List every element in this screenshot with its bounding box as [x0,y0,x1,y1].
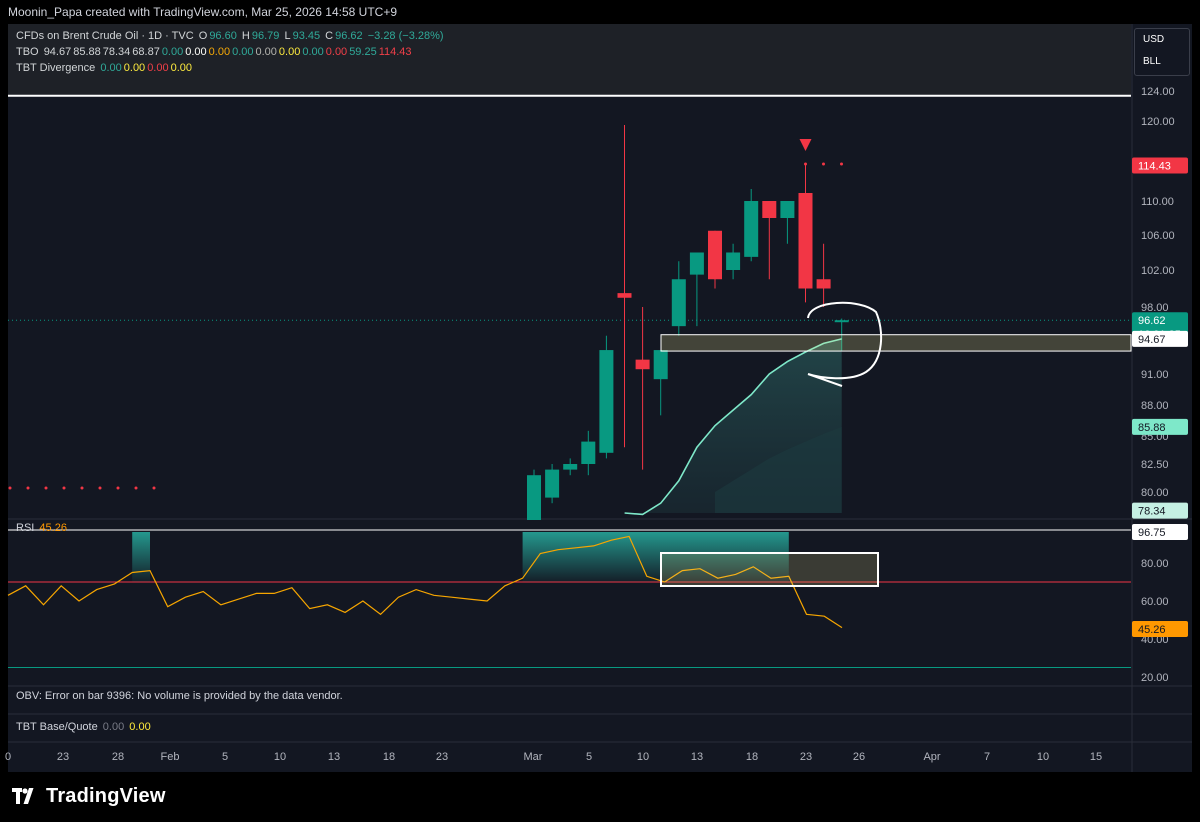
symbol-legend[interactable]: CFDs on Brent Crude Oil · 1D · TVC O 96.6… [16,30,446,42]
footer-bar [0,772,1200,822]
tbo-value-0: 94.67 [43,46,72,58]
tbt-values: 0.00 0.00 0.00 0.00 [100,62,194,74]
rsi-legend[interactable]: RSI 45.26 [16,522,69,534]
chart-frame[interactable] [8,24,1192,772]
tbo-value-1: 85.88 [73,46,101,58]
tbt-value-0: 0.00 [100,62,122,74]
base-quote-legend[interactable]: TBT Base/Quote 0.00 0.00 [16,721,153,733]
tbt-value-1: 0.00 [123,62,146,74]
tbt-label[interactable]: TBT Divergence [16,62,95,74]
rsi-value: 45.26 [39,522,67,534]
low-label: L [284,30,291,42]
open-value: 96.60 [209,30,237,42]
tbo-value-4: 0.00 [161,46,184,58]
tbo-value-2: 78.34 [102,46,131,58]
tbo-value-6: 0.00 [208,46,231,58]
unit-label: BLL [1143,56,1161,67]
tradingview-logo[interactable]: TradingView [12,784,166,808]
symbol-name[interactable]: CFDs on Brent Crude Oil · 1D · TVC [16,30,194,42]
obv-error-text: OBV: Error on bar 9396: No volume is pro… [16,690,343,702]
base-quote-v2: 0.00 [129,721,151,733]
tbt-value-3: 0.00 [170,62,193,74]
open-label: O [198,30,208,42]
tbo-label[interactable]: TBO [16,46,39,58]
currency-label: USD [1143,34,1165,45]
rsi-label[interactable]: RSI [16,522,34,534]
change-value: −3.28 (−3.28%) [367,30,444,42]
tbt-legend[interactable]: TBT Divergence 0.00 0.00 0.00 0.00 [16,62,196,74]
tradingview-brand: TradingView [46,784,166,807]
tbo-value-3: 68.87 [132,46,160,58]
tbo-value-12: 59.25 [349,46,377,58]
tbo-value-9: 0.00 [278,46,301,58]
tbo-legend[interactable]: TBO 94.67 85.88 78.34 68.87 0.00 0.00 0.00 0.00… [16,46,416,58]
tbo-value-10: 0.00 [302,46,324,58]
tbo-values: 94.67 85.88 78.34 68.87 0.00 0.00 0.00 0.00 0.00… [44,46,414,58]
tbo-value-5: 0.00 [185,46,207,58]
base-quote-v1: 0.00 [102,721,125,733]
chart-caption: Moonin_Papa created with TradingView.com… [0,0,1200,24]
tbt-value-2: 0.00 [147,62,169,74]
high-value: 96.79 [251,30,280,42]
base-quote-label[interactable]: TBT Base/Quote [16,721,98,733]
tbo-value-13: 114.43 [378,46,412,58]
close-value: 96.62 [335,30,363,42]
currency-unit-selector[interactable]: USD BLL [1134,28,1190,76]
tbo-value-8: 0.00 [255,46,277,58]
low-value: 93.45 [292,30,321,42]
tbo-value-11: 0.00 [325,46,348,58]
high-label: H [241,30,250,42]
tradingview-logo-icon [12,788,34,804]
tbo-value-7: 0.00 [232,46,254,58]
close-label: C [325,30,334,42]
